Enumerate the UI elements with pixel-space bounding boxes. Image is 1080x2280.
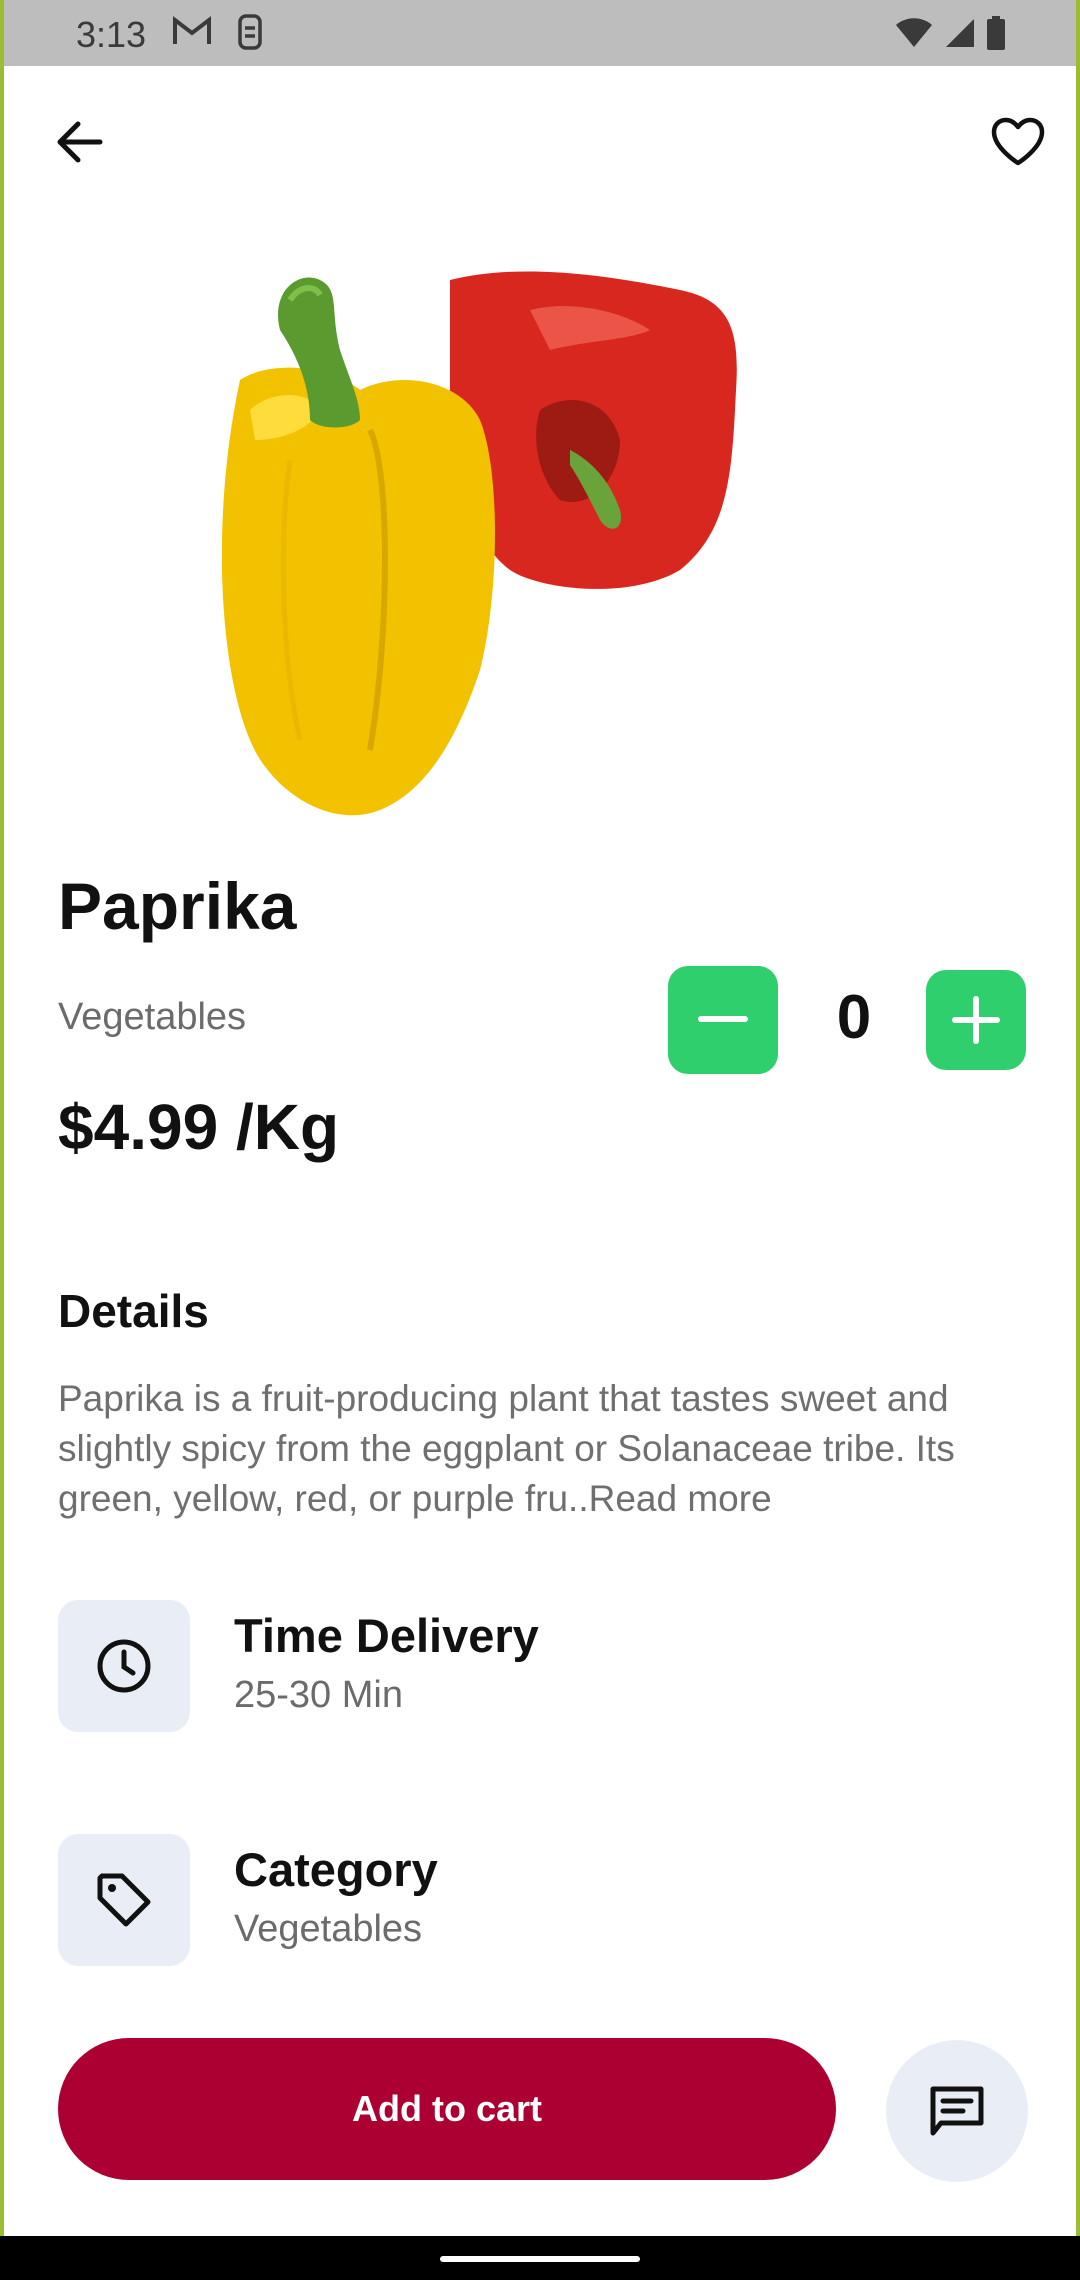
navigation-bar (0, 2236, 1080, 2280)
details-heading: Details (58, 1285, 209, 1337)
battery-icon (986, 16, 1006, 55)
decrease-quantity-button[interactable] (668, 966, 778, 1074)
delivery-title: Time Delivery (234, 1609, 539, 1662)
back-button[interactable] (50, 112, 110, 172)
chat-button[interactable] (886, 2040, 1028, 2182)
home-gesture-handle[interactable] (440, 2256, 640, 2262)
time-delivery-row: Time Delivery 25-30 Min (58, 1600, 1018, 1732)
clock-icon-box (58, 1600, 190, 1732)
category-value: Vegetables (234, 1908, 423, 1950)
product-detail-screen: 3:13 Paprika Vegetables $4.99 /Kg 0 Deta… (4, 0, 1076, 2236)
product-title: Paprika (58, 869, 297, 943)
plus-icon (952, 996, 1000, 1044)
wifi-icon (894, 17, 934, 54)
favorite-button[interactable] (986, 112, 1050, 172)
product-image-paprika (210, 270, 876, 854)
status-indicators (894, 16, 1006, 55)
details-description: Paprika is a fruit-producing plant that … (58, 1374, 1018, 1524)
quantity-value: 0 (836, 983, 872, 1052)
product-category: Vegetables (58, 996, 247, 1038)
minus-icon (698, 1016, 748, 1022)
category-title: Category (234, 1843, 438, 1896)
add-to-cart-button[interactable]: Add to cart (58, 2038, 836, 2180)
gmail-icon (172, 14, 212, 53)
read-more-link[interactable]: Read more (589, 1478, 772, 1519)
clock-icon (97, 1639, 151, 1693)
delivery-value: 25-30 Min (234, 1674, 403, 1716)
tag-icon-box (58, 1834, 190, 1966)
product-price: $4.99 /Kg (58, 1091, 340, 1163)
status-bar: 3:13 (4, 0, 1076, 66)
tag-icon (97, 1873, 151, 1927)
heart-icon (991, 117, 1045, 166)
arrow-back-icon (57, 121, 103, 163)
category-row: Category Vegetables (58, 1834, 1018, 1966)
chat-icon (930, 2086, 984, 2136)
details-text: Paprika is a fruit-producing plant that … (58, 1378, 955, 1519)
increase-quantity-button[interactable] (926, 970, 1026, 1070)
status-time: 3:13 (76, 14, 147, 55)
sync-icon (236, 14, 264, 55)
signal-icon (944, 17, 976, 54)
